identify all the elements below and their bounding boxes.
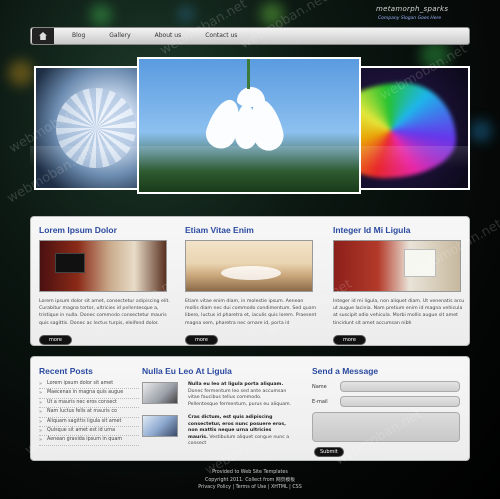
news-title: Nulla Eu Leo At Ligula <box>142 366 232 376</box>
recent-posts-title: Recent Posts <box>39 366 93 376</box>
list-item[interactable]: Lorem ipsum dolor sit amet <box>39 380 139 390</box>
list-item[interactable]: Aliquam sagittis ligula sit amet <box>39 418 139 428</box>
feature-text: Lorem ipsum dolor sit amet, consectetur … <box>39 299 170 326</box>
list-item[interactable]: Maecenas in magna quis augue <box>39 389 139 399</box>
feature-title: Integer Id Mi Ligula <box>333 225 411 235</box>
email-input[interactable] <box>340 396 460 407</box>
nav-item-blog[interactable]: Blog <box>54 28 97 44</box>
features-panel: Lorem Ipsum Dolor Lorem ipsum dolor sit … <box>30 216 470 346</box>
feature-image-dining-room <box>185 240 313 292</box>
submit-button[interactable]: Submit <box>314 447 344 457</box>
list-item[interactable]: Ut a mauris nec eros consect <box>39 399 139 409</box>
list-item[interactable]: Aenean gravida ipsum in quam <box>39 436 139 446</box>
home-icon[interactable] <box>32 28 54 44</box>
feature-title: Etiam Vitae Enim <box>185 225 254 235</box>
feature-image-bedroom <box>333 240 461 292</box>
more-button[interactable]: more <box>185 335 218 345</box>
news-item: Cras dictum, est quis adipiscing consect… <box>142 415 292 448</box>
more-button[interactable]: more <box>333 335 366 345</box>
news-text: Donec fermentum leo sed ante accumsan vi… <box>188 388 292 407</box>
news-thumbnail[interactable] <box>142 382 178 404</box>
bokeh-light <box>470 120 492 142</box>
list-item[interactable]: Nam luctus felis at mauris co <box>39 408 139 418</box>
feature-title: Lorem Ipsum Dolor <box>39 225 117 235</box>
email-label: E-mail <box>312 399 328 405</box>
feature-column: Integer Id Mi Ligula Integer id mi ligul… <box>333 217 465 345</box>
bokeh-light <box>178 6 194 22</box>
feature-column: Lorem Ipsum Dolor Lorem ipsum dolor sit … <box>39 217 171 345</box>
nav-item-contact[interactable]: Contact us <box>193 28 249 44</box>
nav-item-gallery[interactable]: Gallery <box>97 28 142 44</box>
news-item: Nulla eu leo at ligula porta aliquam. Do… <box>142 382 292 408</box>
message-textarea[interactable] <box>312 412 460 442</box>
slide-snowdrop[interactable] <box>137 57 361 194</box>
more-button[interactable]: more <box>39 335 72 345</box>
site-title: metamorph_sparks <box>376 5 449 13</box>
site-slogan: Company Slogan Goes Here <box>378 16 442 21</box>
name-input[interactable] <box>340 381 460 392</box>
footer-credit[interactable]: Provided to Web Site Templates <box>0 469 500 477</box>
news-headline: Nulla eu leo at ligula porta aliquam. <box>188 382 284 387</box>
bokeh-light <box>90 4 112 26</box>
news-thumbnail[interactable] <box>142 415 178 437</box>
bottom-panel: Recent Posts Lorem ipsum dolor sit amet … <box>30 356 470 461</box>
footer-links[interactable]: Privacy Policy | Terms of Use | XHTML | … <box>0 484 500 492</box>
footer: Provided to Web Site Templates Copyright… <box>0 469 500 492</box>
bokeh-light <box>260 2 284 26</box>
main-nav: Blog Gallery About us Contact us <box>30 27 470 45</box>
slider-reflection <box>30 146 470 168</box>
image-slider <box>30 48 470 213</box>
list-item[interactable]: Quisque sit amet est id urna <box>39 427 139 437</box>
feature-image-living-room <box>39 240 167 292</box>
nav-item-about[interactable]: About us <box>143 28 194 44</box>
footer-copyright: Copyright 2011. Collect from 网页模板 <box>204 477 296 483</box>
feature-column: Etiam Vitae Enim Etiam vitae enim diam, … <box>185 217 317 345</box>
name-label: Name <box>312 384 327 390</box>
recent-posts: Recent Posts Lorem ipsum dolor sit amet … <box>39 357 139 446</box>
feature-text: Integer id mi ligula, non aliquet diam. … <box>333 299 465 326</box>
feature-text: Etiam vitae enim diam, in molestie ipsum… <box>185 299 317 326</box>
contact-title: Send a Message <box>312 366 379 376</box>
